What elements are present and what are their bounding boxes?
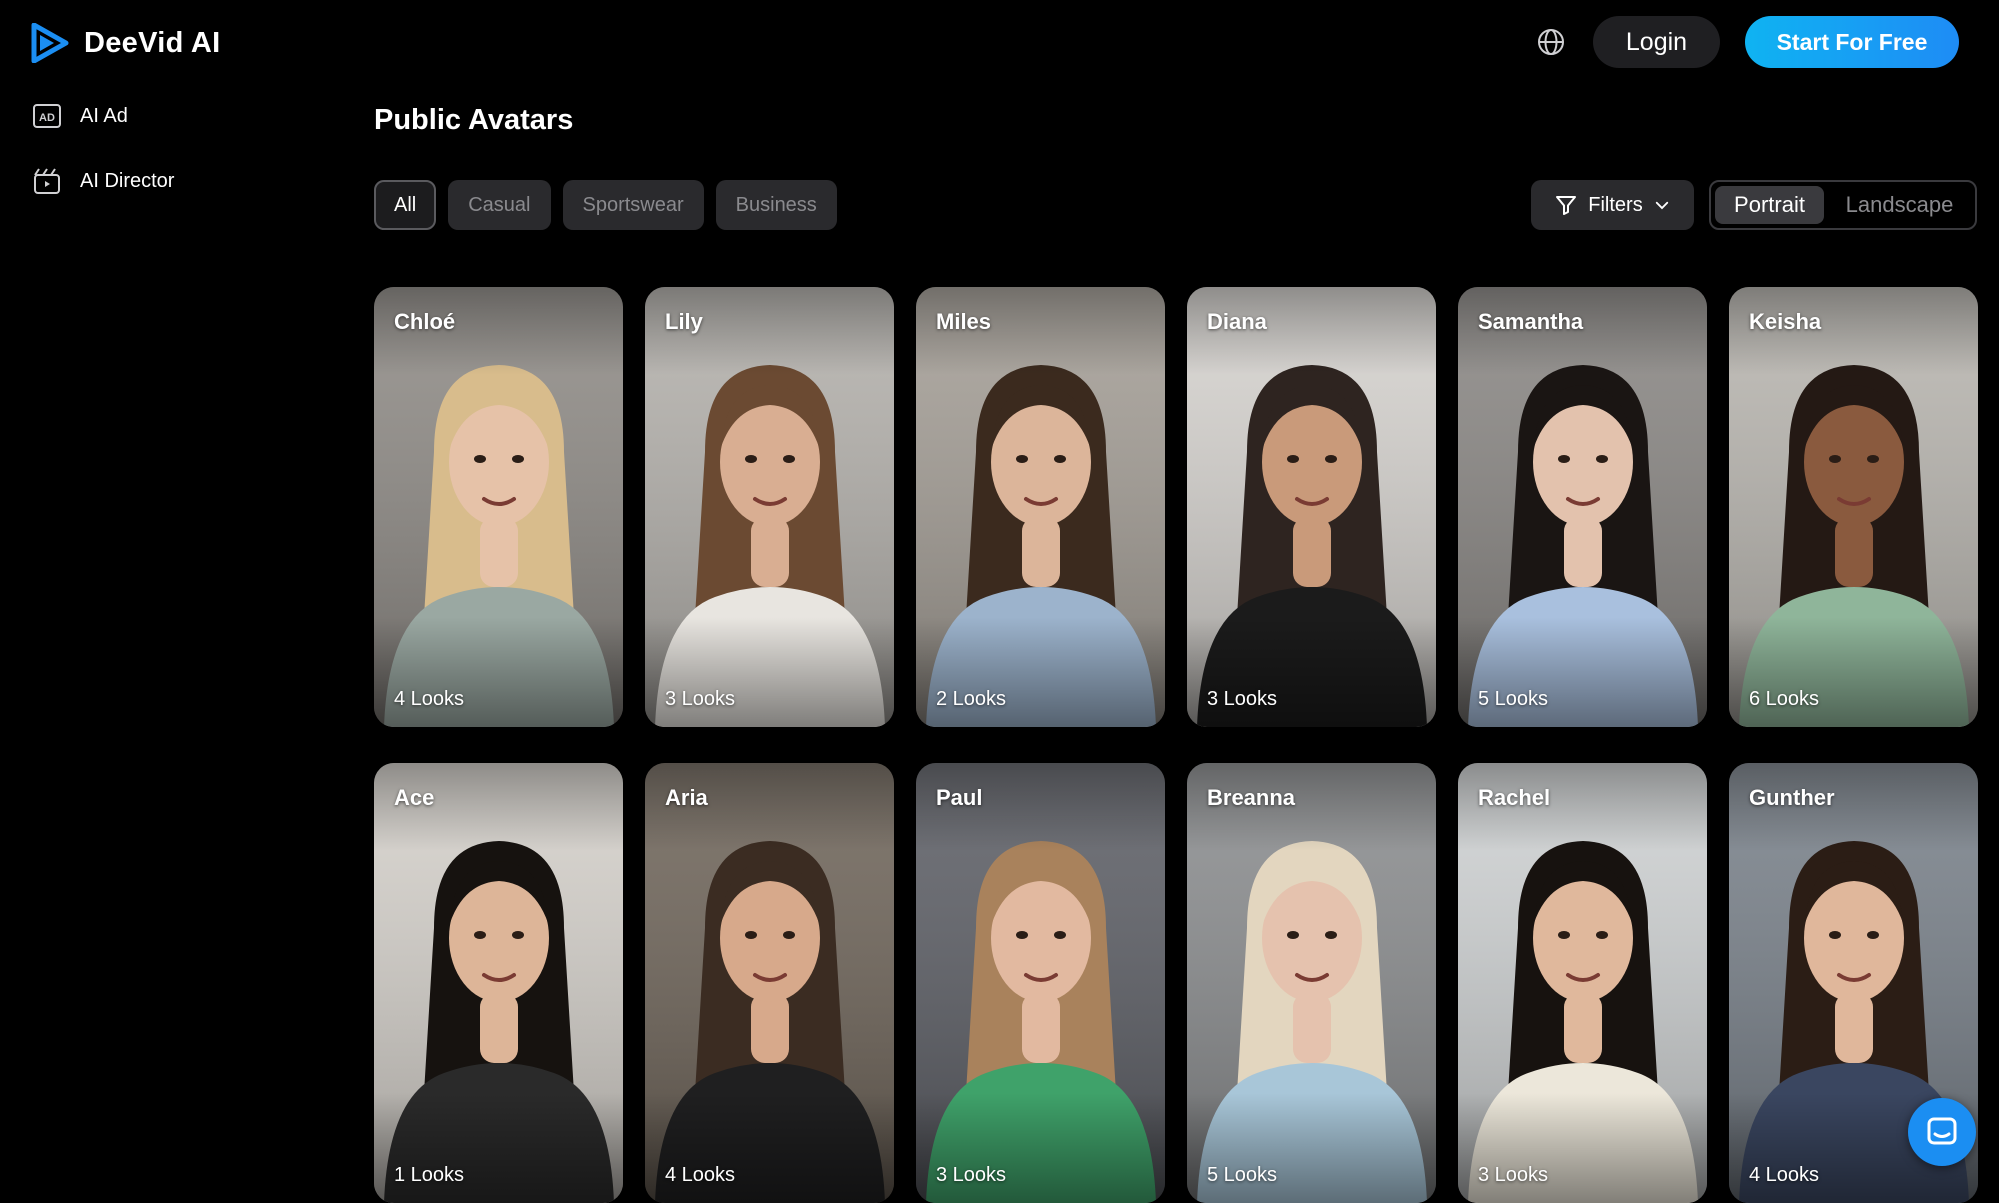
ad-icon: AD xyxy=(33,104,61,128)
filters-label: Filters xyxy=(1588,193,1643,216)
avatar-name: Lily xyxy=(665,309,703,334)
avatar-name: Diana xyxy=(1207,309,1267,334)
avatar-looks-count: 2 Looks xyxy=(936,688,1007,710)
avatar-card[interactable]: Diana 3 Looks xyxy=(1187,287,1436,727)
filters-button[interactable]: Filters xyxy=(1531,180,1694,230)
avatar-looks-count: 3 Looks xyxy=(665,688,736,710)
avatar-card[interactable]: Aria 4 Looks xyxy=(645,763,894,1203)
avatar-name: Rachel xyxy=(1478,785,1551,810)
avatar-looks-count: 3 Looks xyxy=(1478,1164,1549,1186)
globe-icon[interactable] xyxy=(1535,26,1567,58)
avatar-looks-count: 3 Looks xyxy=(936,1164,1007,1186)
filter-icon xyxy=(1556,196,1577,215)
clapperboard-icon xyxy=(34,168,60,194)
avatar-card[interactable]: Miles 2 Looks xyxy=(916,287,1165,727)
avatar-name: Gunther xyxy=(1749,785,1835,810)
start-for-free-button[interactable]: Start For Free xyxy=(1745,16,1959,68)
avatar-looks-count: 6 Looks xyxy=(1749,688,1820,710)
svg-text:AD: AD xyxy=(39,112,55,124)
page-title: Public Avatars xyxy=(374,104,574,136)
sidebar-item-label: AI Ad xyxy=(80,104,128,127)
tab-all[interactable]: All xyxy=(374,180,437,230)
orientation-toggle: Portrait Landscape xyxy=(1709,180,1977,230)
sidebar-item-ai-ad[interactable]: AD AI Ad xyxy=(32,96,128,136)
avatar-name: Chloé xyxy=(394,309,456,334)
chevron-down-icon xyxy=(1655,201,1668,210)
avatar-name: Miles xyxy=(936,309,992,334)
avatar-looks-count: 3 Looks xyxy=(1207,688,1278,710)
avatar-looks-count: 5 Looks xyxy=(1478,688,1549,710)
tab-business[interactable]: Business xyxy=(715,180,837,230)
brand-name: DeeVid AI xyxy=(84,26,221,59)
avatar-name: Samantha xyxy=(1478,309,1584,334)
landscape-option[interactable]: Landscape xyxy=(1828,186,1971,224)
tab-sportswear[interactable]: Sportswear xyxy=(562,180,704,230)
avatar-name: Breanna xyxy=(1207,785,1296,810)
sidebar-item-ai-director[interactable]: AI Director xyxy=(32,161,174,201)
login-button[interactable]: Login xyxy=(1593,16,1720,68)
avatar-looks-count: 1 Looks xyxy=(394,1164,465,1186)
tab-casual[interactable]: Casual xyxy=(448,180,551,230)
category-tabs: All Casual Sportswear Business xyxy=(374,180,837,230)
chat-icon xyxy=(1927,1117,1957,1145)
logo-play-icon xyxy=(31,23,69,63)
avatar-looks-count: 4 Looks xyxy=(665,1164,736,1186)
chat-support-button[interactable] xyxy=(1908,1098,1976,1166)
sidebar-item-label: AI Director xyxy=(80,169,175,192)
avatar-name: Keisha xyxy=(1749,309,1822,334)
avatar-card[interactable]: Lily 3 Looks xyxy=(645,287,894,727)
avatar-name: Aria xyxy=(665,785,708,810)
avatar-card[interactable]: Breanna 5 Looks xyxy=(1187,763,1436,1203)
portrait-option[interactable]: Portrait xyxy=(1715,186,1824,224)
avatar-looks-count: 4 Looks xyxy=(1749,1164,1820,1186)
avatar-card[interactable]: Ace 1 Looks xyxy=(374,763,623,1203)
brand-logo[interactable]: DeeVid AI xyxy=(30,20,220,66)
avatar-card[interactable]: Chloé 4 Looks xyxy=(374,287,623,727)
avatar-name: Ace xyxy=(394,785,435,810)
avatar-card[interactable]: Paul 3 Looks xyxy=(916,763,1165,1203)
avatar-name: Paul xyxy=(936,785,983,810)
avatar-card[interactable]: Keisha 6 Looks xyxy=(1729,287,1978,727)
avatar-card[interactable]: Rachel 3 Looks xyxy=(1458,763,1707,1203)
avatar-looks-count: 4 Looks xyxy=(394,688,465,710)
avatar-looks-count: 5 Looks xyxy=(1207,1164,1278,1186)
avatar-card[interactable]: Samantha 5 Looks xyxy=(1458,287,1707,727)
